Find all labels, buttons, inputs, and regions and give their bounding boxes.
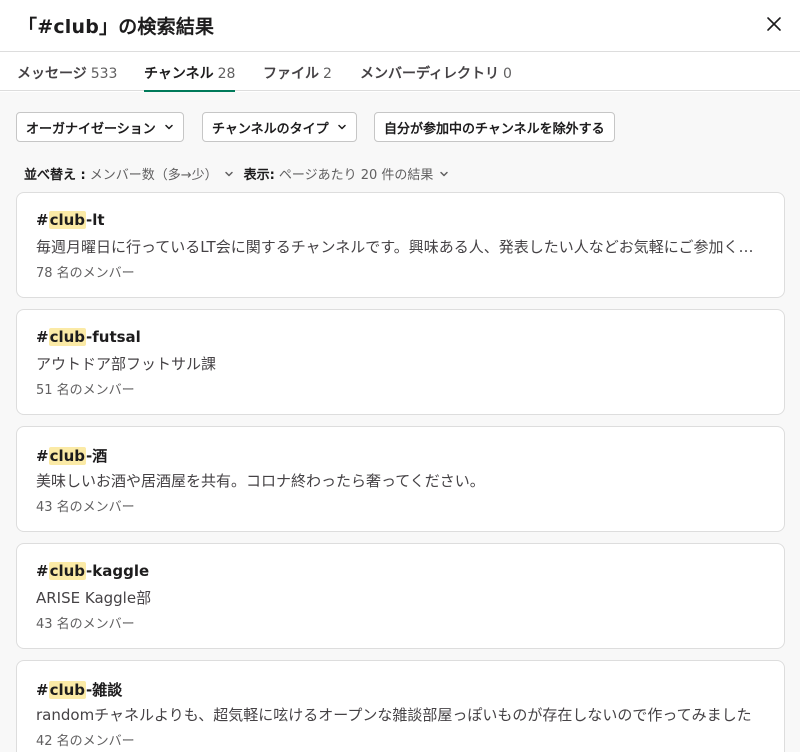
results-panel: オーガナイゼーション チャンネルのタイプ 自分が参加中のチャンネルを除外する 並… — [0, 92, 800, 752]
filter-label: オーガナイゼーション — [26, 121, 156, 137]
channel-prefix: # — [36, 681, 49, 699]
tab-messages[interactable]: メッセージ 533 — [17, 63, 117, 91]
channel-prefix: # — [36, 328, 49, 346]
sort-label: 並べ替え : — [24, 168, 86, 183]
sort-dropdown[interactable]: 並べ替え : メンバー数（多→少） — [24, 164, 234, 183]
channel-result-card[interactable]: #club-lt 毎週月曜日に行っているLT会に関するチャンネルです。興味ある人… — [16, 192, 785, 298]
tab-member-directory[interactable]: メンバーディレクトリ 0 — [360, 63, 512, 91]
channel-suffix: -kaggle — [86, 562, 150, 580]
tab-label: メッセージ — [17, 66, 87, 82]
search-highlight: club — [48, 447, 87, 465]
member-count: 42 名のメンバー — [36, 734, 135, 749]
search-highlight: club — [48, 681, 87, 699]
channel-name: #club-kaggle — [36, 562, 149, 580]
search-highlight: club — [48, 562, 87, 580]
channel-description: ARISE Kaggle部 — [36, 589, 152, 607]
search-highlight: club — [48, 211, 87, 229]
channel-suffix: -futsal — [86, 328, 141, 346]
tab-label: ファイル — [263, 66, 319, 82]
channel-suffix: -雑談 — [86, 681, 123, 699]
tab-files[interactable]: ファイル 2 — [263, 63, 332, 91]
channel-prefix: # — [36, 447, 49, 465]
tab-channels[interactable]: チャンネル 28 — [144, 63, 236, 92]
page-size-dropdown[interactable]: 表示: ページあたり 20 件の結果 — [244, 164, 450, 183]
member-count: 78 名のメンバー — [36, 266, 135, 281]
channel-prefix: # — [36, 211, 49, 229]
sort-value: メンバー数（多→少） — [89, 168, 218, 183]
channel-prefix: # — [36, 562, 49, 580]
chevron-down-icon — [164, 122, 174, 132]
channel-name: #club-酒 — [36, 445, 107, 466]
channel-type-filter[interactable]: チャンネルのタイプ — [202, 112, 357, 142]
filter-label: 自分が参加中のチャンネルを除外する — [384, 121, 605, 137]
member-count: 51 名のメンバー — [36, 383, 135, 398]
sort-bar: 並べ替え : メンバー数（多→少） 表示: ページあたり 20 件の結果 — [24, 164, 449, 183]
channel-description: 毎週月曜日に行っているLT会に関するチャンネルです。興味ある人、発表したい人など… — [36, 238, 766, 256]
tab-label: チャンネル — [144, 66, 214, 82]
channel-result-card[interactable]: #club-雑談 randomチャネルよりも、超気軽に呟けるオープンな雑談部屋っ… — [16, 660, 785, 752]
channel-result-card[interactable]: #club-futsal アウトドア部フットサル課 51 名のメンバー — [16, 309, 785, 415]
channel-result-card[interactable]: #club-酒 美味しいお酒や居酒屋を共有。コロナ終わったら奢ってください。 4… — [16, 426, 785, 532]
result-tabs: メッセージ 533 チャンネル 28 ファイル 2 メンバーディレクトリ 0 — [0, 53, 800, 92]
tab-count: 28 — [217, 66, 236, 82]
channel-result-card[interactable]: #club-kaggle ARISE Kaggle部 43 名のメンバー — [16, 543, 785, 649]
display-value: ページあたり 20 件の結果 — [278, 168, 434, 183]
channel-name: #club-futsal — [36, 328, 141, 346]
channel-description: 美味しいお酒や居酒屋を共有。コロナ終わったら奢ってください。 — [36, 472, 485, 490]
channel-suffix: -lt — [86, 211, 105, 229]
tab-count: 0 — [503, 66, 512, 82]
channel-description: アウトドア部フットサル課 — [36, 355, 217, 373]
close-icon — [766, 16, 782, 36]
tab-count: 2 — [323, 66, 332, 82]
tab-count: 533 — [90, 66, 118, 82]
page-title: 「#club」の検索結果 — [18, 16, 215, 38]
member-count: 43 名のメンバー — [36, 500, 135, 515]
search-highlight: club — [48, 328, 87, 346]
filter-label: チャンネルのタイプ — [212, 121, 329, 137]
exclude-joined-channels-button[interactable]: 自分が参加中のチャンネルを除外する — [374, 112, 615, 142]
chevron-down-icon — [224, 169, 234, 179]
chevron-down-icon — [337, 122, 347, 132]
tab-label: メンバーディレクトリ — [360, 66, 500, 82]
close-button[interactable] — [760, 12, 788, 40]
member-count: 43 名のメンバー — [36, 617, 135, 632]
modal-header: 「#club」の検索結果 — [0, 0, 800, 52]
channel-name: #club-lt — [36, 211, 105, 229]
channel-suffix: -酒 — [86, 447, 108, 465]
channel-description: randomチャネルよりも、超気軽に呟けるオープンな雑談部屋っぽいものが存在しな… — [36, 706, 752, 724]
chevron-down-icon — [439, 169, 449, 179]
channel-name: #club-雑談 — [36, 679, 122, 700]
organization-filter[interactable]: オーガナイゼーション — [16, 112, 184, 142]
display-label: 表示: — [243, 168, 275, 183]
